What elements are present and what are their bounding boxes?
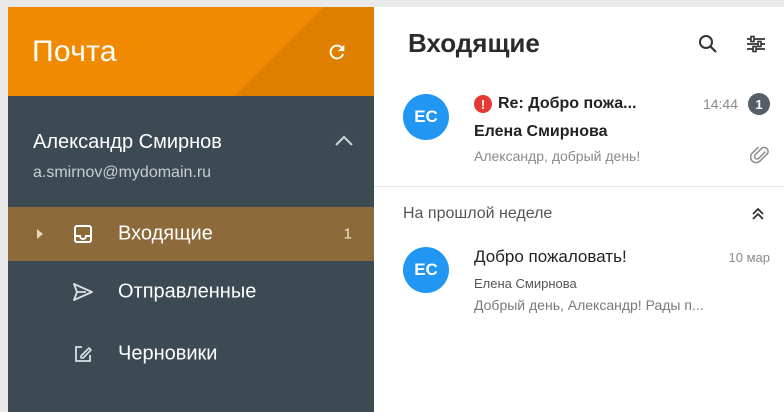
paperclip-icon [750,146,769,164]
folder-count: 1 [343,225,352,243]
app-title: Почта [32,34,117,68]
folder-sent[interactable]: Отправленные [8,261,374,323]
message-time: 14:44 [702,96,738,112]
message-preview: Добрый день, Александр! Рады п... [474,297,704,313]
message-item[interactable]: EC ! Re: Добро пожа... 14:44 1 Елена Сми… [374,80,784,186]
double-chevron-up-icon [752,207,764,220]
avatar: EC [403,247,449,293]
message-sender: Елена Смирнова [474,123,608,140]
message-subject-row: Добро пожаловать! 10 мар [474,245,770,269]
refresh-button[interactable] [322,37,352,67]
folder-inbox[interactable]: Входящие 1 [8,207,374,261]
group-title: На прошлой неделе [403,205,553,222]
search-icon [699,34,717,53]
folder-drafts[interactable]: Черновики [8,323,374,385]
refresh-icon [329,44,345,59]
inbox-icon [72,223,94,245]
important-icon: ! [474,95,492,113]
message-subject: Re: Добро пожа... [498,95,637,112]
group-header-last-week[interactable]: На прошлой неделе [374,187,784,241]
folder-label: Входящие [118,222,213,245]
send-icon [72,281,94,303]
unread-count-badge: 1 [748,93,770,115]
main-header: Входящие [374,7,784,80]
account-email: a.smirnov@mydomain.ru [33,164,212,181]
message-item[interactable]: EC Добро пожаловать! 10 мар Елена Смирно… [374,241,784,331]
message-subject-row: ! Re: Добро пожа... 14:44 1 [474,92,770,116]
account-collapse-button[interactable] [332,129,356,153]
account-block[interactable]: Александр Смирнов a.smirnov@mydomain.ru [8,96,374,207]
sidebar: Почта Александр Смирнов a.smirnov@mydoma… [8,7,374,412]
message-preview: Александр, добрый день! [474,148,641,164]
folder-label: Черновики [118,342,218,365]
message-sender: Елена Смирнова [474,276,577,291]
group-collapse-button[interactable] [746,202,770,226]
filter-button[interactable] [742,30,770,58]
sliders-icon [747,35,765,52]
draft-icon [72,343,94,365]
sidebar-header: Почта [8,7,374,96]
avatar: EC [403,94,449,140]
mail-app: Почта Александр Смирнов a.smirnov@mydoma… [0,0,784,412]
message-time: 10 мар [728,249,770,265]
account-name: Александр Смирнов [33,131,222,153]
chevron-up-icon [335,135,353,146]
folder-label: Отправленные [118,280,257,303]
search-button[interactable] [694,30,722,58]
message-subject: Добро пожаловать! [474,247,627,266]
page-title: Входящие [408,28,540,58]
message-list-pane: Входящие EC ! Re: Добро пожа... 14:44 1 … [374,7,784,412]
caret-right-icon[interactable] [36,228,44,240]
